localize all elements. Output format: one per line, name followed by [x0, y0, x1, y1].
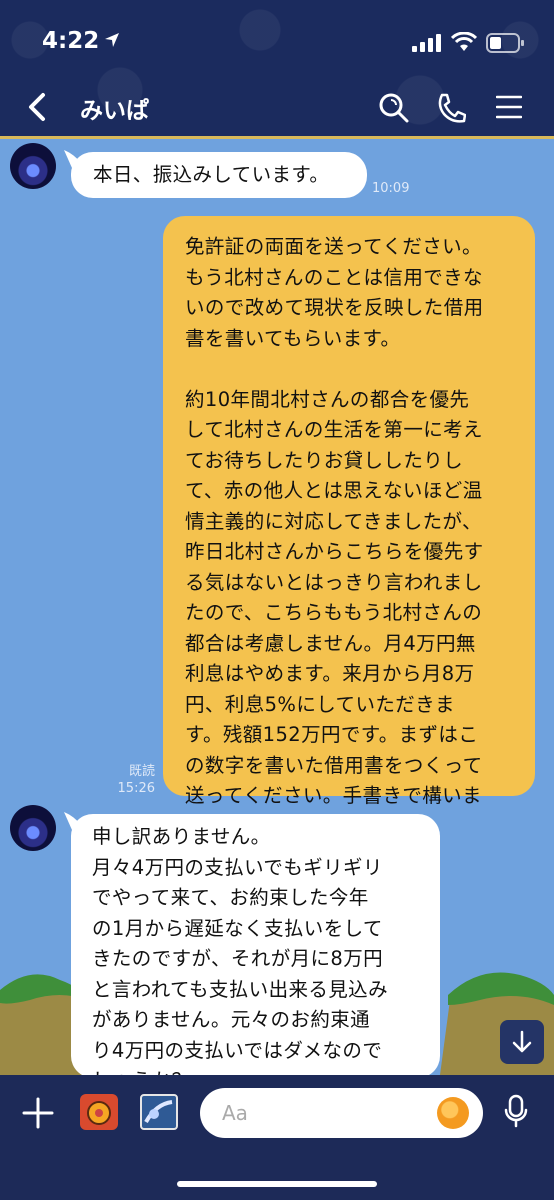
home-indicator	[177, 1181, 377, 1187]
cellular-signal-icon	[412, 34, 441, 52]
emoji-icon[interactable]	[437, 1097, 469, 1129]
chevron-left-icon[interactable]	[26, 92, 48, 122]
message-line: 円、利息5%にしていただきま	[185, 692, 455, 716]
battery-icon	[486, 33, 524, 53]
timestamp: 10:09	[372, 181, 410, 196]
location-arrow-icon	[105, 33, 119, 47]
image-thumbnail-icon	[144, 1100, 173, 1124]
status-time: 4:22	[42, 28, 100, 54]
message-line: 約10年間北村さんの都合を優先	[185, 387, 470, 411]
avatar[interactable]	[10, 143, 56, 189]
message-line: いので改めて現状を反映した借用	[185, 296, 484, 319]
camera-lens-icon	[87, 1101, 111, 1125]
message-line: り4万円の支払いではダメなので	[92, 1038, 383, 1062]
read-receipt: 既読 15:26	[100, 763, 155, 797]
timestamp: 15:26	[117, 781, 155, 796]
message-line: す。残額152万円です。まずはこ	[185, 723, 479, 746]
camera-icon[interactable]	[80, 1094, 118, 1130]
search-icon[interactable]	[378, 92, 410, 124]
message-bubble-incoming[interactable]: 本日、振込みしています。	[71, 152, 367, 198]
message-line: 都合は考慮しません。月4万円無	[185, 631, 476, 655]
phone-icon[interactable]	[436, 92, 466, 124]
message-line: 月々4万円の支払いでもギリギリ	[92, 855, 383, 879]
message-line: てお待ちしたりお貸ししたりし	[185, 448, 464, 472]
message-line: の数字を書いた借用書をつくって	[185, 753, 483, 777]
message-line	[185, 354, 513, 385]
message-line: 送ってください。手書きで構いま	[185, 784, 482, 807]
plus-icon[interactable]	[22, 1097, 54, 1129]
message-text: 本日、振込みしています。	[93, 163, 330, 186]
message-line: たので、こちらももう北村さんの	[185, 601, 483, 624]
read-label: 既読	[128, 764, 155, 779]
message-line: 免許証の両面を送ってください。	[185, 235, 482, 258]
message-line: 書を書いてもらいます。	[185, 326, 401, 350]
message-time: 10:09	[372, 180, 422, 197]
message-line: 情主義的に対応してきましたが、	[185, 509, 482, 533]
message-line: の1月から遅延なく支払いをして	[92, 916, 383, 940]
message-line: でやって来て、お約束した今年	[92, 886, 369, 909]
message-line: きたのですが、それが月に8万円	[92, 947, 384, 970]
image-icon[interactable]	[140, 1094, 178, 1130]
message-line: もう北村さんのことは信用できな	[185, 265, 483, 289]
message-line: 利息はやめます。来月から月8万	[185, 662, 475, 685]
scroll-to-bottom-button[interactable]	[500, 1020, 544, 1064]
message-line: て、赤の他人とは思えないほど温	[185, 479, 483, 502]
message-line: と言われても支払い出来る見込み	[92, 977, 388, 1001]
menu-icon[interactable]	[496, 94, 522, 120]
message-line: がありません。元々のお約束通	[92, 1008, 371, 1031]
avatar[interactable]	[10, 805, 56, 851]
message-bubble-incoming[interactable]: 申し訳ありません。 月々4万円の支払いでもギリギリ でやって来て、お約束した今年…	[71, 814, 440, 1092]
arrow-down-icon	[512, 1030, 532, 1053]
message-bubble-outgoing[interactable]: 免許証の両面を送ってください。 もう北村さんのことは信用できな いので改めて現状…	[163, 216, 535, 838]
mic-icon[interactable]	[504, 1094, 528, 1128]
chat-title: みいぱ	[80, 98, 149, 124]
message-line: る気はないとはっきり言われまし	[185, 570, 483, 594]
message-line: 昨日北村さんからこちらを優先す	[185, 540, 484, 563]
message-line: 申し訳ありません。	[92, 825, 271, 848]
wifi-icon	[451, 32, 477, 51]
message-line: して北村さんの生活を第一に考え	[185, 418, 483, 441]
